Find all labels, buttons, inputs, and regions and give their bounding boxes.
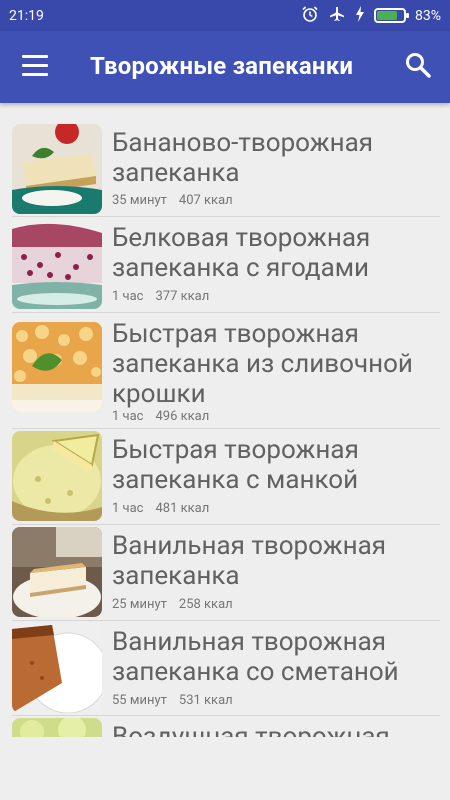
- recipe-title: Быстрая творожная запеканка с манкой: [112, 435, 359, 495]
- recipe-item[interactable]: Белковая творожная запеканка с ягодами 1…: [12, 217, 440, 313]
- recipe-time: 1 час: [112, 409, 144, 424]
- recipe-list[interactable]: Бананово-творожная запеканка 35 минут 407…: [0, 103, 450, 737]
- battery-icon: [374, 8, 409, 23]
- recipe-meta: 55 минут 531 ккал: [112, 693, 233, 708]
- recipe-photo: [12, 718, 102, 737]
- recipe-meta: 1 час 377 ккал: [112, 289, 209, 304]
- recipe-time: 1 час: [112, 501, 144, 516]
- recipe-kcal: 258 ккал: [178, 597, 233, 612]
- recipe-photo: [12, 124, 102, 214]
- battery-percent: 83%: [415, 7, 441, 24]
- recipe-kcal: 407 ккал: [178, 193, 233, 208]
- recipe-time: 55 минут: [112, 693, 167, 708]
- recipe-photo: [12, 527, 102, 617]
- search-icon[interactable]: [404, 51, 432, 79]
- page-title: Творожные запеканки: [90, 52, 354, 80]
- recipe-photo: [12, 219, 102, 309]
- recipe-title: Белковая творожная запеканка с ягодами: [112, 223, 371, 283]
- status-time: 21:19: [9, 7, 44, 24]
- recipe-time: 25 минут: [112, 597, 167, 612]
- recipe-item[interactable]: Ванильная творожная запеканка 25 минут 25…: [12, 525, 440, 621]
- airplane-icon: [328, 5, 346, 27]
- app-toolbar: Творожные запеканки: [0, 31, 450, 103]
- recipe-item[interactable]: Бананово-творожная запеканка 35 минут 407…: [12, 122, 440, 217]
- recipe-item[interactable]: Воздушная творожная: [12, 716, 440, 737]
- recipe-title: Быстрая творожная запеканка из сливочной…: [112, 319, 413, 409]
- recipe-meta: 35 минут 407 ккал: [112, 193, 233, 208]
- recipe-time: 1 час: [112, 289, 144, 304]
- recipe-meta: 1 час 481 ккал: [112, 501, 209, 516]
- bottom-blank-area: [0, 737, 450, 800]
- charging-icon: [355, 5, 365, 26]
- recipe-kcal: 377 ккал: [155, 289, 210, 304]
- recipe-item[interactable]: Быстрая творожная запеканка с манкой 1 ч…: [12, 429, 440, 525]
- recipe-photo: [12, 623, 102, 713]
- recipe-meta: 1 час 496 ккал: [112, 409, 209, 424]
- recipe-kcal: 531 ккал: [178, 693, 233, 708]
- recipe-photo: [12, 322, 102, 412]
- recipe-photo: [12, 431, 102, 521]
- battery-fill: [377, 11, 397, 20]
- recipe-title: Бананово-творожная запеканка: [112, 128, 374, 188]
- recipe-meta: 25 минут 258 ккал: [112, 597, 233, 612]
- recipe-item[interactable]: Быстрая творожная запеканка из сливочной…: [12, 313, 440, 429]
- status-icons: 83%: [301, 5, 441, 27]
- status-bar: 21:19 83%: [0, 0, 450, 31]
- recipe-title: Воздушная творожная: [112, 722, 390, 737]
- recipe-item[interactable]: Ванильная творожная запеканка со сметано…: [12, 621, 440, 716]
- alarm-icon: [301, 5, 319, 27]
- hamburger-menu-icon[interactable]: [22, 55, 48, 79]
- recipe-title: Ванильная творожная запеканка: [112, 531, 387, 591]
- recipe-kcal: 496 ккал: [155, 409, 210, 424]
- recipe-title: Ванильная творожная запеканка со сметано…: [112, 627, 399, 687]
- recipe-time: 35 минут: [112, 193, 167, 208]
- recipe-kcal: 481 ккал: [155, 501, 210, 516]
